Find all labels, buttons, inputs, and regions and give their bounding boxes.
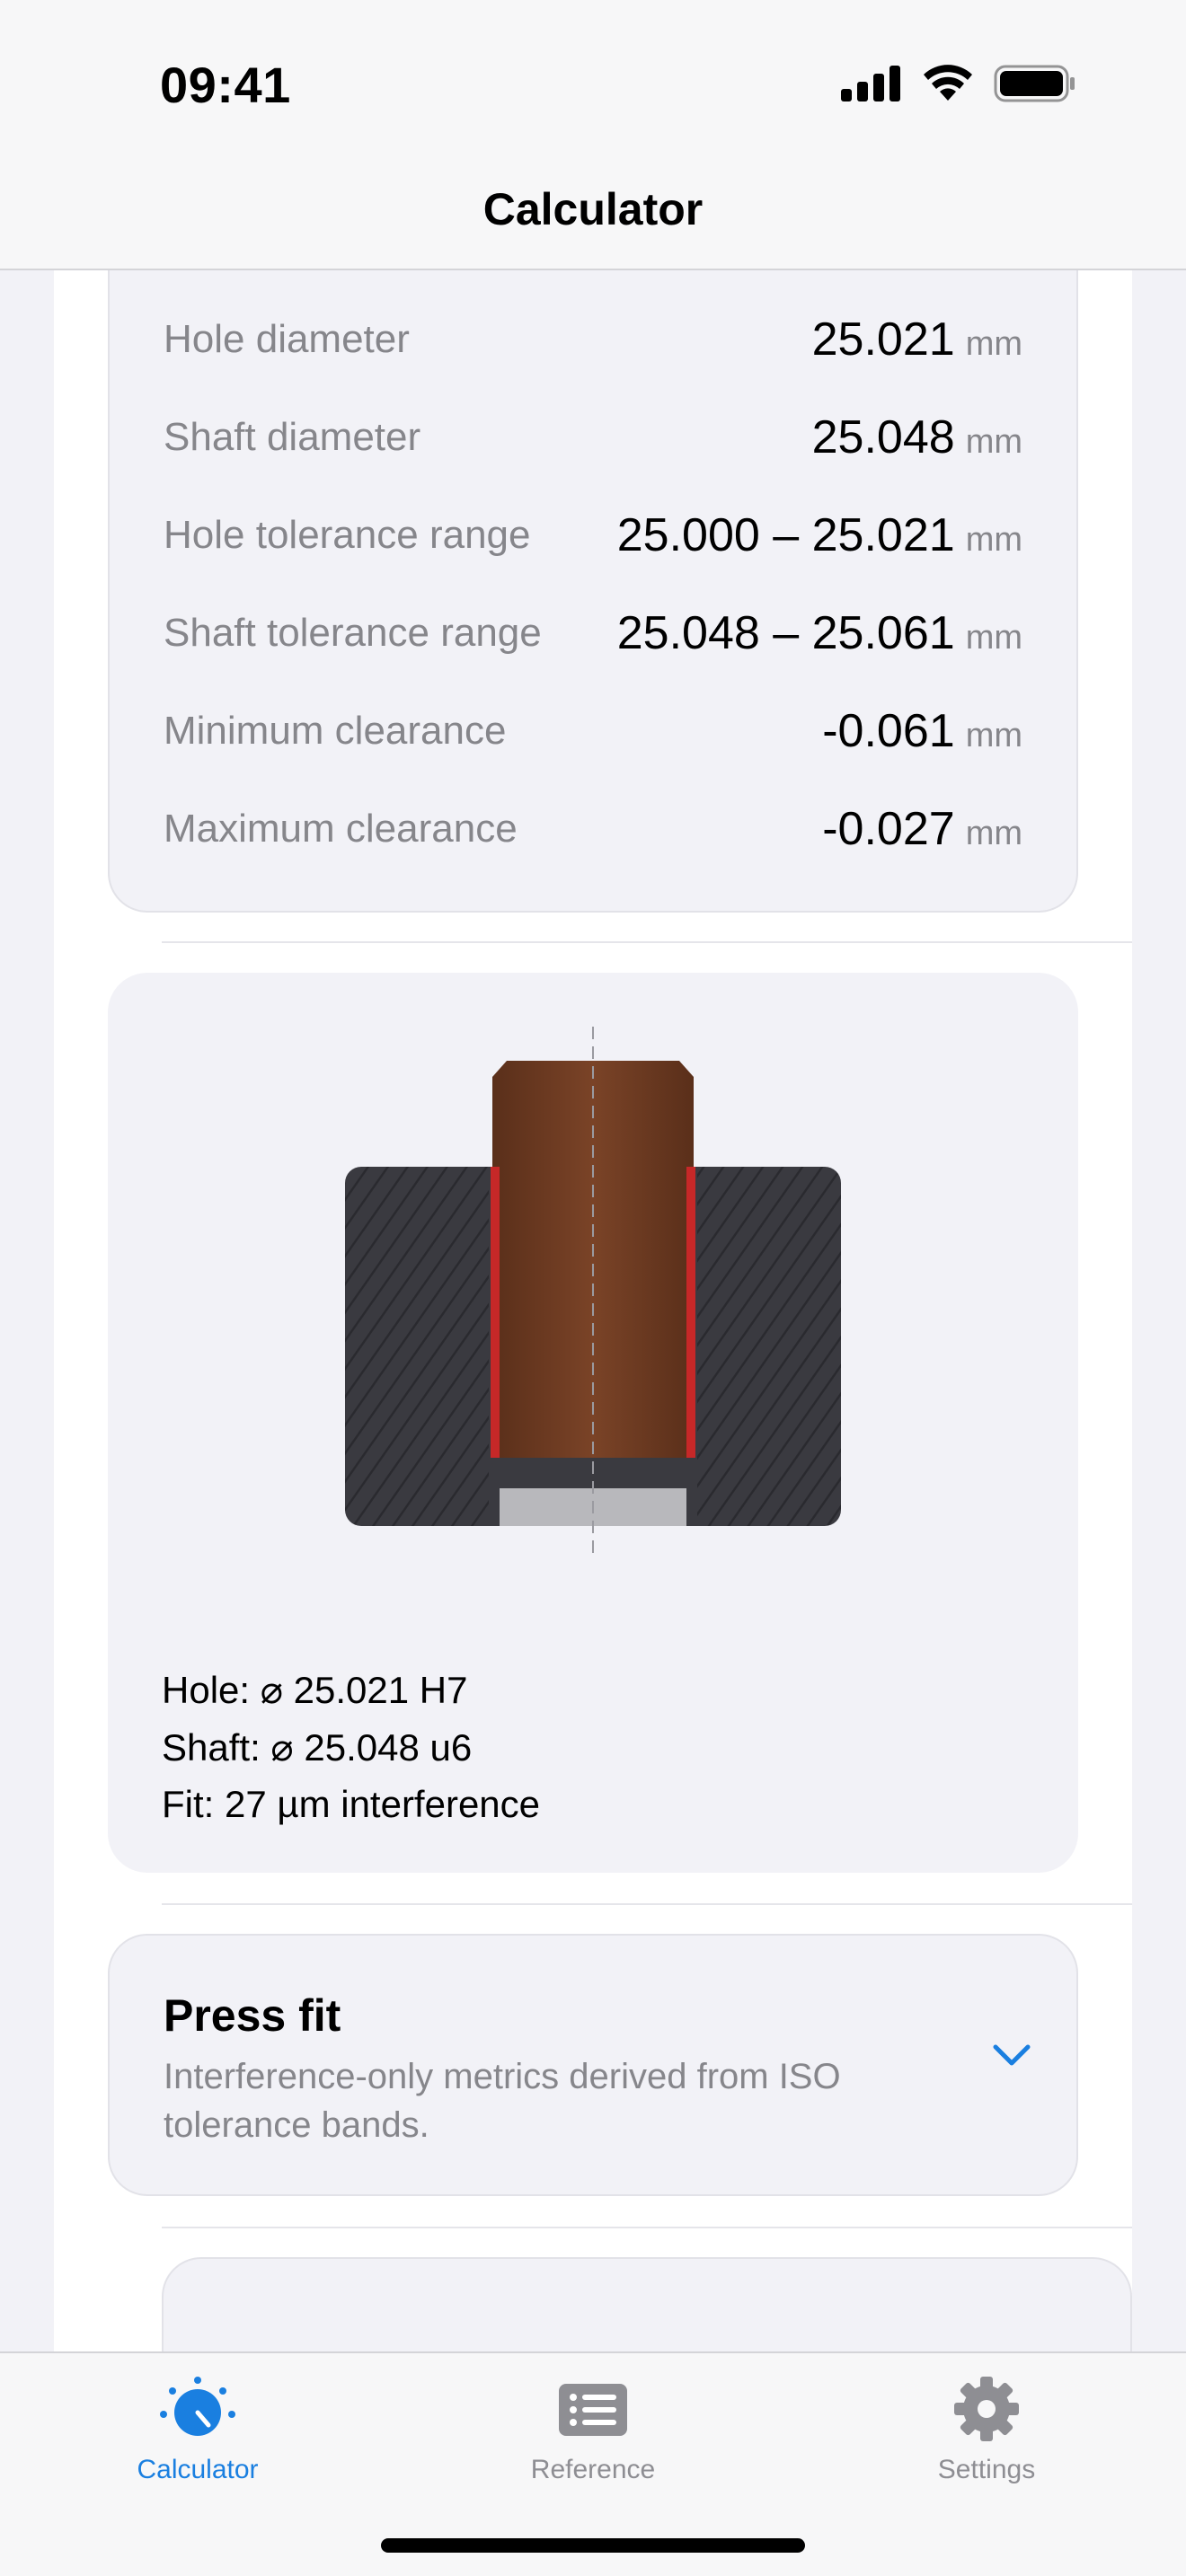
interference-zone-left bbox=[491, 1167, 500, 1458]
result-label: Shaft diameter bbox=[164, 415, 421, 459]
result-row: Shaft tolerance range 25.048 – 25.061 mm bbox=[164, 606, 1022, 660]
result-value: 25.048 bbox=[811, 411, 955, 463]
divider bbox=[162, 1903, 1132, 1905]
status-icons bbox=[841, 65, 1076, 102]
tab-label: Settings bbox=[937, 2455, 1036, 2484]
result-label: Maximum clearance bbox=[164, 807, 518, 851]
battery-icon bbox=[994, 65, 1075, 102]
result-value: 25.048 – 25.061 bbox=[616, 607, 955, 659]
shaft bbox=[492, 1061, 694, 1458]
scroll-content[interactable]: Hole diameter 25.021 mm Shaft diameter 25… bbox=[54, 270, 1132, 2351]
press-fit-disclosure[interactable]: Press fit Interference-only metrics deri… bbox=[108, 1934, 1078, 2196]
result-unit: mm bbox=[965, 717, 1022, 754]
results-card: Hole diameter 25.021 mm Shaft diameter 25… bbox=[108, 270, 1078, 913]
tab-label: Reference bbox=[530, 2455, 656, 2484]
interference-zone-right bbox=[686, 1167, 695, 1458]
divider bbox=[162, 2227, 1132, 2228]
chevron-down-icon[interactable] bbox=[992, 2042, 1031, 2069]
result-unit: mm bbox=[965, 815, 1022, 852]
result-row: Minimum clearance -0.061 mm bbox=[164, 704, 1022, 758]
gauge-icon bbox=[160, 2377, 235, 2436]
wifi-icon bbox=[924, 65, 972, 101]
fit-diagram-card: Hole: ⌀ 25.021 H7 Shaft: ⌀ 25.048 u6 Fit… bbox=[108, 973, 1078, 1873]
result-label: Hole diameter bbox=[164, 317, 410, 361]
gear-icon bbox=[954, 2377, 1019, 2441]
press-fit-title: Press fit bbox=[164, 1990, 341, 2041]
result-value: 25.021 bbox=[811, 313, 955, 366]
tab-settings[interactable]: Settings bbox=[870, 2375, 1103, 2485]
result-label: Shaft tolerance range bbox=[164, 611, 542, 655]
tab-reference[interactable]: Reference bbox=[476, 2375, 710, 2485]
result-label: Minimum clearance bbox=[164, 709, 507, 753]
result-value: -0.027 bbox=[822, 803, 955, 855]
tab-calculator[interactable]: Calculator bbox=[81, 2375, 314, 2485]
screen: 09:41 Calculator Hole diameter 25.021 mm… bbox=[0, 0, 1186, 2576]
result-unit: mm bbox=[965, 423, 1022, 461]
caption-hole: Hole: ⌀ 25.021 H7 bbox=[162, 1669, 468, 1711]
list-icon bbox=[559, 2384, 627, 2436]
result-row: Hole diameter 25.021 mm bbox=[164, 313, 1022, 366]
caption-fit: Fit: 27 µm interference bbox=[162, 1783, 541, 1825]
result-row: Shaft diameter 25.048 mm bbox=[164, 410, 1022, 464]
result-label: Hole tolerance range bbox=[164, 513, 531, 557]
cellular-signal-icon bbox=[841, 66, 900, 101]
tab-label: Calculator bbox=[137, 2455, 259, 2484]
caption-shaft: Shaft: ⌀ 25.048 u6 bbox=[162, 1726, 473, 1769]
home-indicator[interactable] bbox=[381, 2538, 805, 2553]
result-unit: mm bbox=[965, 521, 1022, 559]
next-card bbox=[162, 2257, 1132, 2351]
press-fit-description: Interference-only metrics derived from I… bbox=[164, 2057, 841, 2145]
status-time: 09:41 bbox=[160, 57, 291, 113]
result-value: 25.000 – 25.021 bbox=[616, 509, 955, 561]
top-bar: 09:41 Calculator bbox=[0, 0, 1186, 270]
result-row: Maximum clearance -0.027 mm bbox=[164, 802, 1022, 856]
nav-title: Calculator bbox=[482, 184, 704, 234]
divider bbox=[162, 941, 1132, 943]
result-value: -0.061 bbox=[822, 705, 955, 757]
result-unit: mm bbox=[965, 325, 1022, 363]
result-unit: mm bbox=[965, 619, 1022, 657]
result-row: Hole tolerance range 25.000 – 25.021 mm bbox=[164, 508, 1022, 562]
press-fit-diagram bbox=[345, 1027, 841, 1553]
